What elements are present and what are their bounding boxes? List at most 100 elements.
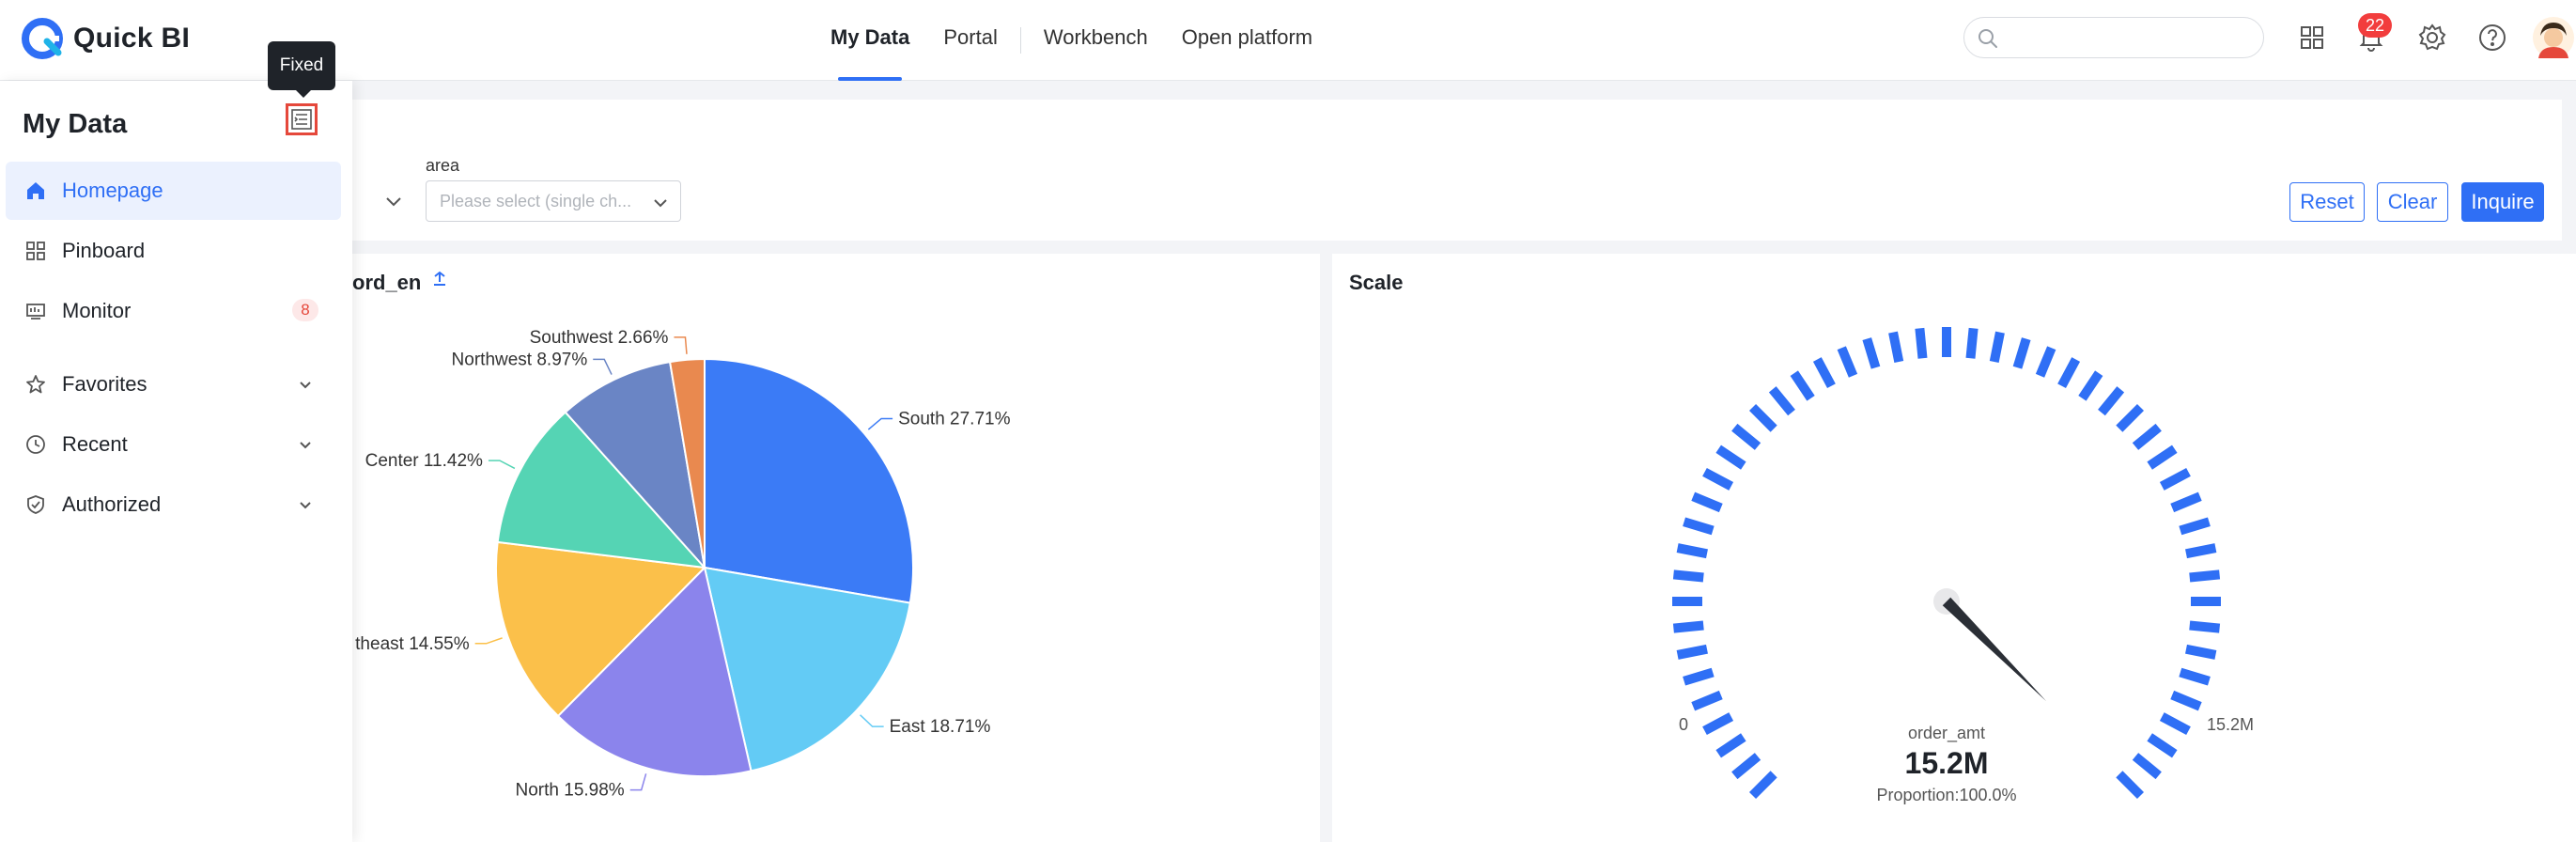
reset-button[interactable]: Reset <box>2289 182 2365 222</box>
pie-leader-line <box>860 714 884 727</box>
gauge-tick <box>1748 771 1777 800</box>
search-icon <box>1979 29 1997 48</box>
help-icon[interactable] <box>2475 20 2510 55</box>
gauge-tick <box>2170 690 2202 711</box>
gauge-tick <box>1731 423 1761 450</box>
nav-divider <box>1019 27 1021 54</box>
sidebar-item-pinboard[interactable]: Pinboard <box>6 222 341 280</box>
pie-data-label: Center 11.42% <box>365 451 483 471</box>
gauge-tick <box>2179 517 2211 536</box>
gauge-tick <box>1837 346 1858 378</box>
area-filter-label: area <box>426 156 460 175</box>
sidebar-title: My Data <box>23 109 128 139</box>
area-select[interactable]: Please select (single ch... <box>426 180 681 222</box>
avatar[interactable] <box>2533 17 2574 58</box>
gauge-tick <box>1715 444 1746 470</box>
inquire-button[interactable]: Inquire <box>2461 182 2544 222</box>
app-logo[interactable]: Quick BI <box>21 17 190 60</box>
gear-icon[interactable] <box>2414 20 2450 55</box>
gauge-tick <box>1683 517 1715 536</box>
quickbi-logo-icon <box>22 18 63 59</box>
chevron-down-icon[interactable] <box>383 192 404 212</box>
pie-leader-line <box>629 773 647 791</box>
sidebar-item-favorites[interactable]: Favorites <box>6 355 341 413</box>
gauge-tick <box>2098 386 2125 416</box>
nav-open-platform[interactable]: Open platform <box>1165 0 1329 81</box>
gauge-tick <box>2147 444 2178 470</box>
gauge-tick <box>2170 491 2202 513</box>
pie-leader-line <box>488 460 516 470</box>
gauge-tick <box>1965 327 1979 359</box>
pin-sidebar-button[interactable] <box>286 103 318 135</box>
gauge-tick <box>2132 753 2162 780</box>
filter-bar <box>352 100 2562 241</box>
pie-slice-south[interactable] <box>704 357 914 604</box>
pie-leader-line <box>867 417 893 430</box>
gauge-tick <box>1768 386 1795 416</box>
sidebar-item-label: Monitor <box>62 299 132 322</box>
gauge-tick <box>2189 620 2221 633</box>
gauge-tick <box>2057 357 2081 389</box>
nav-portal[interactable]: Portal <box>926 0 1014 81</box>
gauge-tick <box>2116 771 2145 800</box>
gauge-tick <box>1672 620 1704 633</box>
gauge-tick <box>2078 370 2103 401</box>
nav-my-data[interactable]: My Data <box>814 0 926 81</box>
sidebar-item-recent[interactable]: Recent <box>6 415 341 474</box>
sidebar: My Data Homepage Pinboard Monitor 8 Favo… <box>0 81 352 842</box>
monitor-count-badge: 8 <box>292 299 318 321</box>
gauge-tick <box>2159 712 2191 736</box>
gauge-measure-label: order_amt <box>1908 724 1985 743</box>
chevron-down-icon <box>654 199 667 208</box>
home-icon <box>24 179 47 202</box>
apps-grid-icon[interactable] <box>2294 20 2330 55</box>
sidebar-item-authorized[interactable]: Authorized <box>6 476 341 534</box>
monitor-icon <box>24 300 47 322</box>
gauge-tick <box>2185 543 2217 559</box>
app-name: Quick BI <box>73 23 191 54</box>
pie-leader-line <box>593 358 613 375</box>
notification-badge: 22 <box>2358 13 2393 38</box>
list-icon <box>291 109 312 130</box>
gauge-tick <box>1748 403 1777 432</box>
gauge-tick <box>1702 467 1734 491</box>
gauge-tick <box>2179 667 2211 686</box>
gauge-tick <box>2132 423 2162 450</box>
pinboard-icon <box>24 240 47 262</box>
gauge-tick <box>1676 543 1708 559</box>
gauge-value: 15.2M <box>1905 746 1989 780</box>
gauge-tick <box>1672 569 1704 583</box>
gauge-tick <box>1702 712 1734 736</box>
gauge-needle <box>1942 597 2047 702</box>
gauge-tick <box>2147 733 2178 758</box>
gauge-tick <box>2189 569 2221 583</box>
pie-leader-line <box>674 336 688 354</box>
area-select-placeholder: Please select (single ch... <box>440 192 632 210</box>
gauge-tick <box>1676 644 1708 660</box>
pie-chart: South 27.71% East 18.71% North 15.98% theas… <box>355 328 1010 801</box>
gauge-chart: 0 15.2M order_amt 15.2M Proportion:100.0… <box>1672 327 2254 804</box>
gauge-tick <box>1691 491 1723 513</box>
pie-data-label: theast 14.55% <box>355 634 470 654</box>
sidebar-item-homepage[interactable]: Homepage <box>6 162 341 220</box>
chevron-down-icon <box>300 382 311 389</box>
sidebar-item-label: Recent <box>62 432 128 456</box>
nav-workbench[interactable]: Workbench <box>1027 0 1165 81</box>
gauge-tick <box>2035 346 2056 378</box>
gauge-tick <box>2116 403 2145 432</box>
sidebar-item-label: Pinboard <box>62 239 146 262</box>
pie-leader-line <box>474 637 503 645</box>
top-navbar: Quick BI My Data Portal Workbench Open p… <box>0 0 2576 81</box>
sidebar-item-monitor[interactable]: Monitor 8 <box>6 282 341 340</box>
gauge-tick <box>1691 690 1723 711</box>
clock-icon <box>24 433 47 456</box>
search-input[interactable] <box>1963 17 2264 58</box>
gauge-tick <box>1888 331 1904 363</box>
pie-chart-card: ord_en South 27.71% East 18.71% North 15.9… <box>352 254 1320 842</box>
fixed-tooltip: Fixed <box>268 41 335 98</box>
gauge-tick <box>1790 370 1815 401</box>
clear-button[interactable]: Clear <box>2377 182 2448 222</box>
main-nav: My Data Portal Workbench Open platform <box>814 0 1329 81</box>
pie-data-label: North 15.98% <box>516 781 625 801</box>
chevron-down-icon <box>300 502 311 509</box>
